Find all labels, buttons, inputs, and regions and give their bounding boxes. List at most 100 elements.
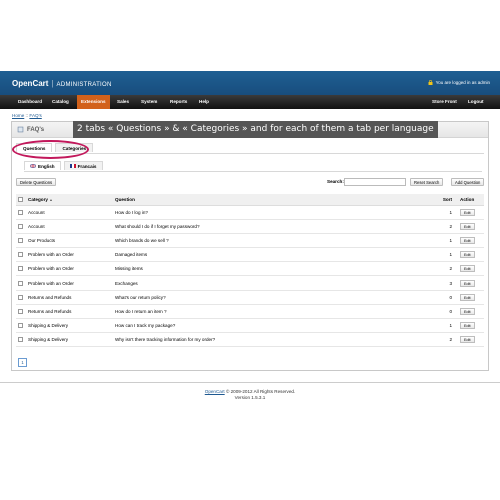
main-menu: Dashboard Catalog Extensions Sales Syste…	[0, 95, 500, 109]
row-category: Problem with an Order	[26, 275, 113, 291]
row-checkbox[interactable]	[18, 280, 23, 286]
edit-button[interactable]: Edit	[460, 322, 475, 330]
row-category: Account	[26, 205, 113, 220]
breadcrumb-faqs[interactable]: FAQ's	[29, 113, 41, 118]
edit-button[interactable]: Edit	[460, 293, 475, 301]
row-category: Returns and Refunds	[26, 304, 113, 320]
table-row: Account How do I log in? 1 Edit	[16, 205, 484, 220]
row-checkbox[interactable]	[18, 223, 23, 229]
footer-copyright: © 2009-2012 All Rights Reserved.	[225, 389, 296, 394]
row-checkbox[interactable]	[18, 252, 23, 258]
logo[interactable]: OpenCart | ADMINISTRATION	[12, 79, 112, 88]
row-checkbox[interactable]	[18, 337, 23, 343]
tab-divider	[16, 153, 484, 154]
footer-divider	[0, 382, 500, 383]
row-checkbox[interactable]	[18, 209, 23, 215]
row-checkbox[interactable]	[18, 323, 23, 329]
table-header-row: Category ▲ Question Sort Action	[16, 194, 484, 206]
add-question-button[interactable]: Add Question	[451, 178, 485, 186]
row-checkbox-cell	[16, 332, 26, 348]
table-row: Shipping & Delivery How can I track my pa…	[16, 318, 484, 334]
content-box: FAQ's Questions Categories English Franc…	[11, 121, 489, 371]
pagination-current[interactable]: 1	[18, 358, 27, 367]
row-category: Our Products	[26, 233, 113, 249]
france-flag-icon	[69, 164, 76, 168]
row-checkbox-cell	[16, 290, 26, 305]
tab-francais[interactable]: Francais	[63, 161, 103, 170]
edit-button[interactable]: Edit	[460, 336, 475, 344]
breadcrumb-home[interactable]: Home	[12, 113, 24, 118]
footer-version: Version 1.5.3.1	[234, 395, 266, 400]
book-icon	[17, 126, 24, 133]
edit-button[interactable]: Edit	[460, 279, 475, 287]
edit-button[interactable]: Edit	[460, 208, 475, 216]
menu-help[interactable]: Help	[195, 95, 213, 109]
row-checkbox-cell	[16, 233, 26, 249]
page-title: FAQ's	[27, 127, 45, 133]
row-checkbox[interactable]	[18, 294, 23, 300]
brand-name: OpenCart	[12, 79, 49, 88]
reset-search-button[interactable]: Reset Search	[410, 178, 444, 186]
row-action-cell: Edit	[458, 290, 484, 305]
table-row: Shipping & Delivery Why isn't there track…	[16, 332, 484, 348]
row-checkbox-cell	[16, 318, 26, 334]
menu-catalog[interactable]: Catalog	[48, 95, 73, 109]
row-checkbox-cell	[16, 304, 26, 320]
row-sort: 1	[438, 233, 458, 249]
row-sort: 1	[438, 205, 458, 220]
row-category: Returns and Refunds	[26, 290, 113, 305]
tab-english[interactable]: English	[24, 161, 61, 170]
row-sort: 2	[438, 332, 458, 348]
row-checkbox-cell	[16, 275, 26, 291]
row-checkbox[interactable]	[18, 238, 23, 244]
row-category: Shipping & Delivery	[26, 318, 113, 334]
uk-flag-icon	[30, 164, 36, 168]
language-tabs: English Francais	[24, 161, 103, 170]
row-checkbox-cell	[16, 247, 26, 263]
row-action-cell: Edit	[458, 205, 484, 220]
header-category[interactable]: Category ▲	[26, 194, 113, 206]
table-row: Returns and Refunds How do I return an it…	[16, 304, 484, 320]
header-sort[interactable]: Sort	[438, 194, 458, 206]
select-all-checkbox[interactable]	[18, 196, 23, 202]
edit-button[interactable]: Edit	[460, 307, 475, 315]
table-row: Problem with an Order Damaged items 1 Edit	[16, 247, 484, 263]
edit-button[interactable]: Edit	[460, 251, 475, 259]
row-category: Account	[26, 219, 113, 234]
row-question: How can I track my package?	[113, 318, 438, 334]
menu-store-front[interactable]: Store Front	[428, 95, 461, 109]
menu-extensions[interactable]: Extensions	[77, 95, 110, 109]
row-category: Shipping & Delivery	[26, 332, 113, 348]
row-checkbox[interactable]	[18, 309, 23, 315]
table-row: Account What should I do if I forget my p…	[16, 219, 484, 234]
search-input[interactable]	[344, 178, 406, 186]
header-category-label: Category	[28, 196, 48, 202]
row-action-cell: Edit	[458, 233, 484, 249]
edit-button[interactable]: Edit	[460, 222, 475, 230]
menu-sales[interactable]: Sales	[113, 95, 133, 109]
table-row: Returns and Refunds What's our return pol…	[16, 290, 484, 305]
row-category: Problem with an Order	[26, 247, 113, 263]
edit-button[interactable]: Edit	[460, 265, 475, 273]
menu-logout[interactable]: Logout	[464, 95, 488, 109]
menu-dashboard[interactable]: Dashboard	[14, 95, 46, 109]
edit-button[interactable]: Edit	[460, 236, 475, 244]
row-sort: 1	[438, 247, 458, 263]
header-bar: OpenCart | ADMINISTRATION You are logged i…	[0, 71, 500, 95]
login-status-text: You are logged in as admin	[435, 80, 490, 85]
row-question: How do I log in?	[113, 205, 438, 220]
row-sort: 1	[438, 318, 458, 334]
header-question[interactable]: Question	[113, 194, 438, 206]
row-question: Exchanges	[113, 275, 438, 291]
lock-icon	[428, 80, 433, 85]
table-row: Problem with an Order Exchanges 3 Edit	[16, 275, 484, 291]
row-checkbox[interactable]	[18, 266, 23, 272]
row-action-cell: Edit	[458, 304, 484, 320]
footer-opencart-link[interactable]: OpenCart	[205, 389, 225, 394]
menu-system[interactable]: System	[137, 95, 161, 109]
tab-english-label: English	[38, 163, 55, 169]
row-sort: 3	[438, 275, 458, 291]
delete-questions-button[interactable]: Delete Questions	[16, 178, 57, 186]
menu-reports[interactable]: Reports	[166, 95, 191, 109]
row-category: Problem with an Order	[26, 261, 113, 277]
